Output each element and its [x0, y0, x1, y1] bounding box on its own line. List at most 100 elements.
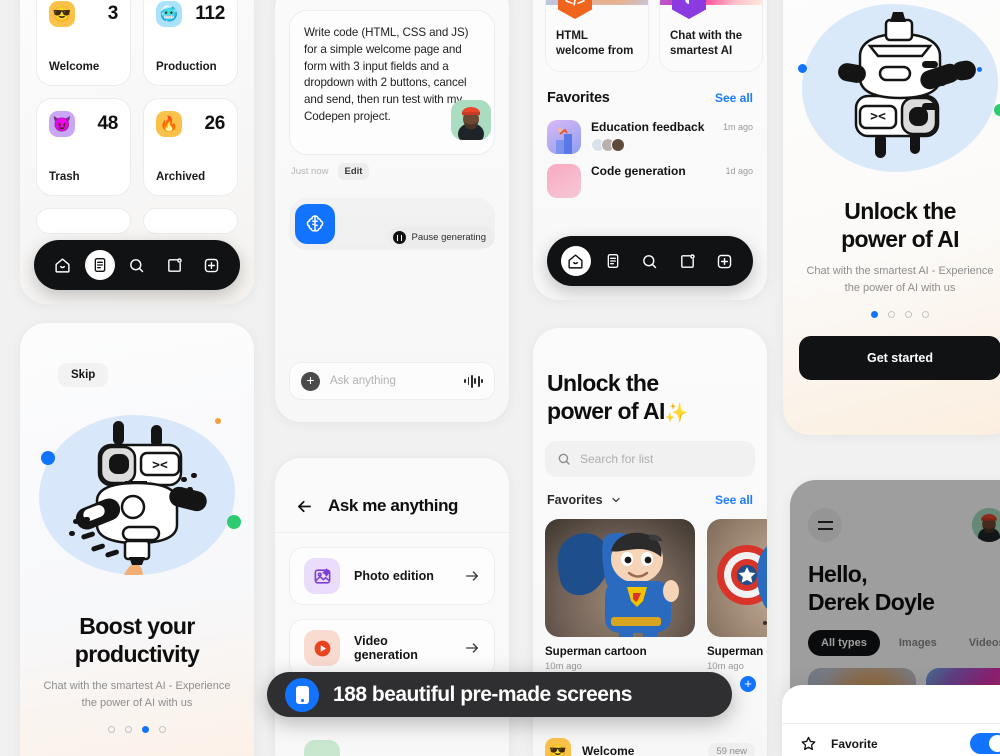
chip-all-types[interactable]: All types: [808, 630, 880, 657]
discover-card[interactable]: </> HTML welcome from: [545, 0, 649, 73]
gallery-card[interactable]: Superman cartoon 10m ago: [545, 519, 695, 672]
tab-home[interactable]: [560, 246, 591, 276]
attach-plus-icon[interactable]: +: [301, 371, 320, 391]
svg-text:><: ><: [870, 108, 886, 123]
promo-banner[interactable]: 188 beautiful pre-made screens +: [267, 672, 756, 717]
list-item[interactable]: 😎 Welcome 59 new: [545, 738, 755, 756]
chevron-down-icon[interactable]: [610, 494, 622, 506]
avatar: [611, 138, 625, 153]
pagination-dot[interactable]: [159, 726, 166, 734]
arrow-right-icon[interactable]: [464, 568, 480, 584]
tab-add[interactable]: [196, 250, 226, 280]
folder-card[interactable]: 😈 48 Trash: [36, 98, 131, 196]
arrow-right-icon[interactable]: [464, 640, 480, 656]
tab-search[interactable]: [635, 246, 665, 276]
option-video-generation[interactable]: Video generation: [289, 619, 495, 677]
pagination-dots: [783, 311, 1000, 319]
get-started-button[interactable]: Get started: [799, 336, 1000, 381]
bottom-sheet: Favorite: [782, 685, 1000, 756]
gallery-time: 10m ago: [545, 661, 582, 673]
svg-text:><: ><: [152, 458, 168, 473]
folder-card[interactable]: 🥶 112 Production: [143, 0, 238, 86]
favorite-toggle[interactable]: [970, 733, 1000, 754]
search-icon: [643, 254, 657, 268]
option-partial[interactable]: [289, 729, 495, 756]
folder-label: Archived: [156, 171, 206, 183]
gallery-card[interactable]: Superman cart 10m ago: [707, 519, 767, 672]
brain-icon: [306, 215, 324, 232]
see-all-link[interactable]: See all: [715, 91, 753, 105]
list-item-time: 1d ago: [725, 166, 753, 177]
tab-search[interactable]: [122, 250, 152, 280]
pagination-dot[interactable]: [108, 726, 115, 734]
favorites-header-left[interactable]: Favorites: [547, 493, 622, 507]
search-input[interactable]: Search for list: [545, 441, 755, 478]
folder-card-top: 🥶 112: [156, 1, 225, 27]
favorites-header: Favorites See all: [533, 72, 767, 110]
pagination-dot[interactable]: [905, 311, 912, 319]
promo-banner-text: 188 beautiful pre-made screens: [333, 682, 632, 706]
add-icon[interactable]: +: [740, 676, 756, 692]
panel-folders: 😎 3 Welcome 🥶 112 Production 😈 48 Trash: [20, 0, 254, 304]
tab-notes[interactable]: [159, 250, 189, 280]
pause-label: Pause generating: [411, 232, 486, 243]
chat-timestamp: Just now: [291, 165, 329, 177]
sheet-row-favorite[interactable]: Favorite: [800, 733, 1000, 754]
folder-card[interactable]: [36, 208, 131, 234]
folder-card[interactable]: [143, 208, 238, 234]
tab-add[interactable]: [709, 246, 739, 276]
robot-svg: ><: [838, 12, 976, 158]
decor-dot-blue: [41, 451, 55, 465]
discover-card[interactable]: ◐ Chat with the smartest AI: [659, 0, 763, 73]
chat-composer[interactable]: + Ask anything: [289, 362, 495, 400]
tab-notes[interactable]: [672, 246, 702, 276]
chip-videos[interactable]: Videos: [956, 630, 1000, 656]
toggle-knob: [989, 735, 1000, 752]
page-title: Boost your productivity: [20, 613, 254, 668]
folder-label: Production: [156, 61, 217, 73]
list-item[interactable]: Education feedback 1m ago: [533, 110, 767, 155]
list-item-title: Welcome: [582, 744, 635, 756]
notes-icon: [680, 253, 695, 268]
voice-waveform-icon[interactable]: [464, 374, 483, 388]
chip-images[interactable]: Images: [886, 630, 950, 656]
option-photo-edition[interactable]: Photo edition: [289, 547, 495, 605]
decor-dot-green: [227, 515, 241, 529]
title-line-1: Unlock the: [844, 198, 956, 224]
panel-discover: </> HTML welcome from ◐ Chat with the sm…: [533, 0, 767, 300]
title-line-2: power of AI: [841, 225, 959, 252]
pagination-dot[interactable]: [125, 726, 132, 734]
page-subtitle: Chat with the smartest AI - Experience t…: [43, 680, 231, 710]
discover-card-row: </> HTML welcome from ◐ Chat with the sm…: [533, 0, 767, 73]
folder-emoji-icon: 😎: [49, 1, 75, 27]
discover-card-title: HTML welcome from: [556, 30, 634, 58]
ask-anything-input[interactable]: Ask anything: [330, 375, 454, 387]
avatar[interactable]: [972, 508, 1000, 542]
page-subtitle: Chat with the smartest AI - Experience t…: [806, 265, 994, 295]
tab-library[interactable]: [598, 246, 628, 276]
pagination-dot[interactable]: [871, 311, 878, 319]
pagination-dot[interactable]: [922, 311, 929, 319]
add-icon: [204, 258, 219, 272]
folder-emoji-icon: 😈: [49, 111, 75, 137]
pagination-dot[interactable]: [142, 726, 149, 734]
pause-generating-button[interactable]: Pause generating: [387, 227, 495, 248]
panel-onboarding-unlock: >< Unlock the power of AI Chat with the …: [783, 0, 1000, 435]
hamburger-icon[interactable]: [808, 508, 842, 542]
tab-library[interactable]: [84, 250, 115, 280]
library-icon: [607, 254, 619, 268]
folder-card[interactable]: 🔥 26 Archived: [143, 98, 238, 196]
arrow-left-icon[interactable]: [295, 497, 314, 516]
skip-button[interactable]: Skip: [58, 363, 109, 387]
tab-home[interactable]: [48, 250, 78, 280]
panel-header: [790, 480, 1000, 542]
pagination-dot[interactable]: [888, 311, 895, 319]
list-item[interactable]: Code generation 1d ago: [533, 154, 767, 199]
see-all-link[interactable]: See all: [715, 493, 753, 507]
edit-button[interactable]: Edit: [337, 162, 370, 180]
welcome-emoji-icon: 😎: [545, 738, 571, 756]
folder-card[interactable]: 😎 3 Welcome: [36, 0, 131, 86]
home-icon: [55, 257, 70, 273]
folder-count: 3: [107, 3, 119, 24]
folder-card-top: 😈 48: [49, 111, 118, 137]
